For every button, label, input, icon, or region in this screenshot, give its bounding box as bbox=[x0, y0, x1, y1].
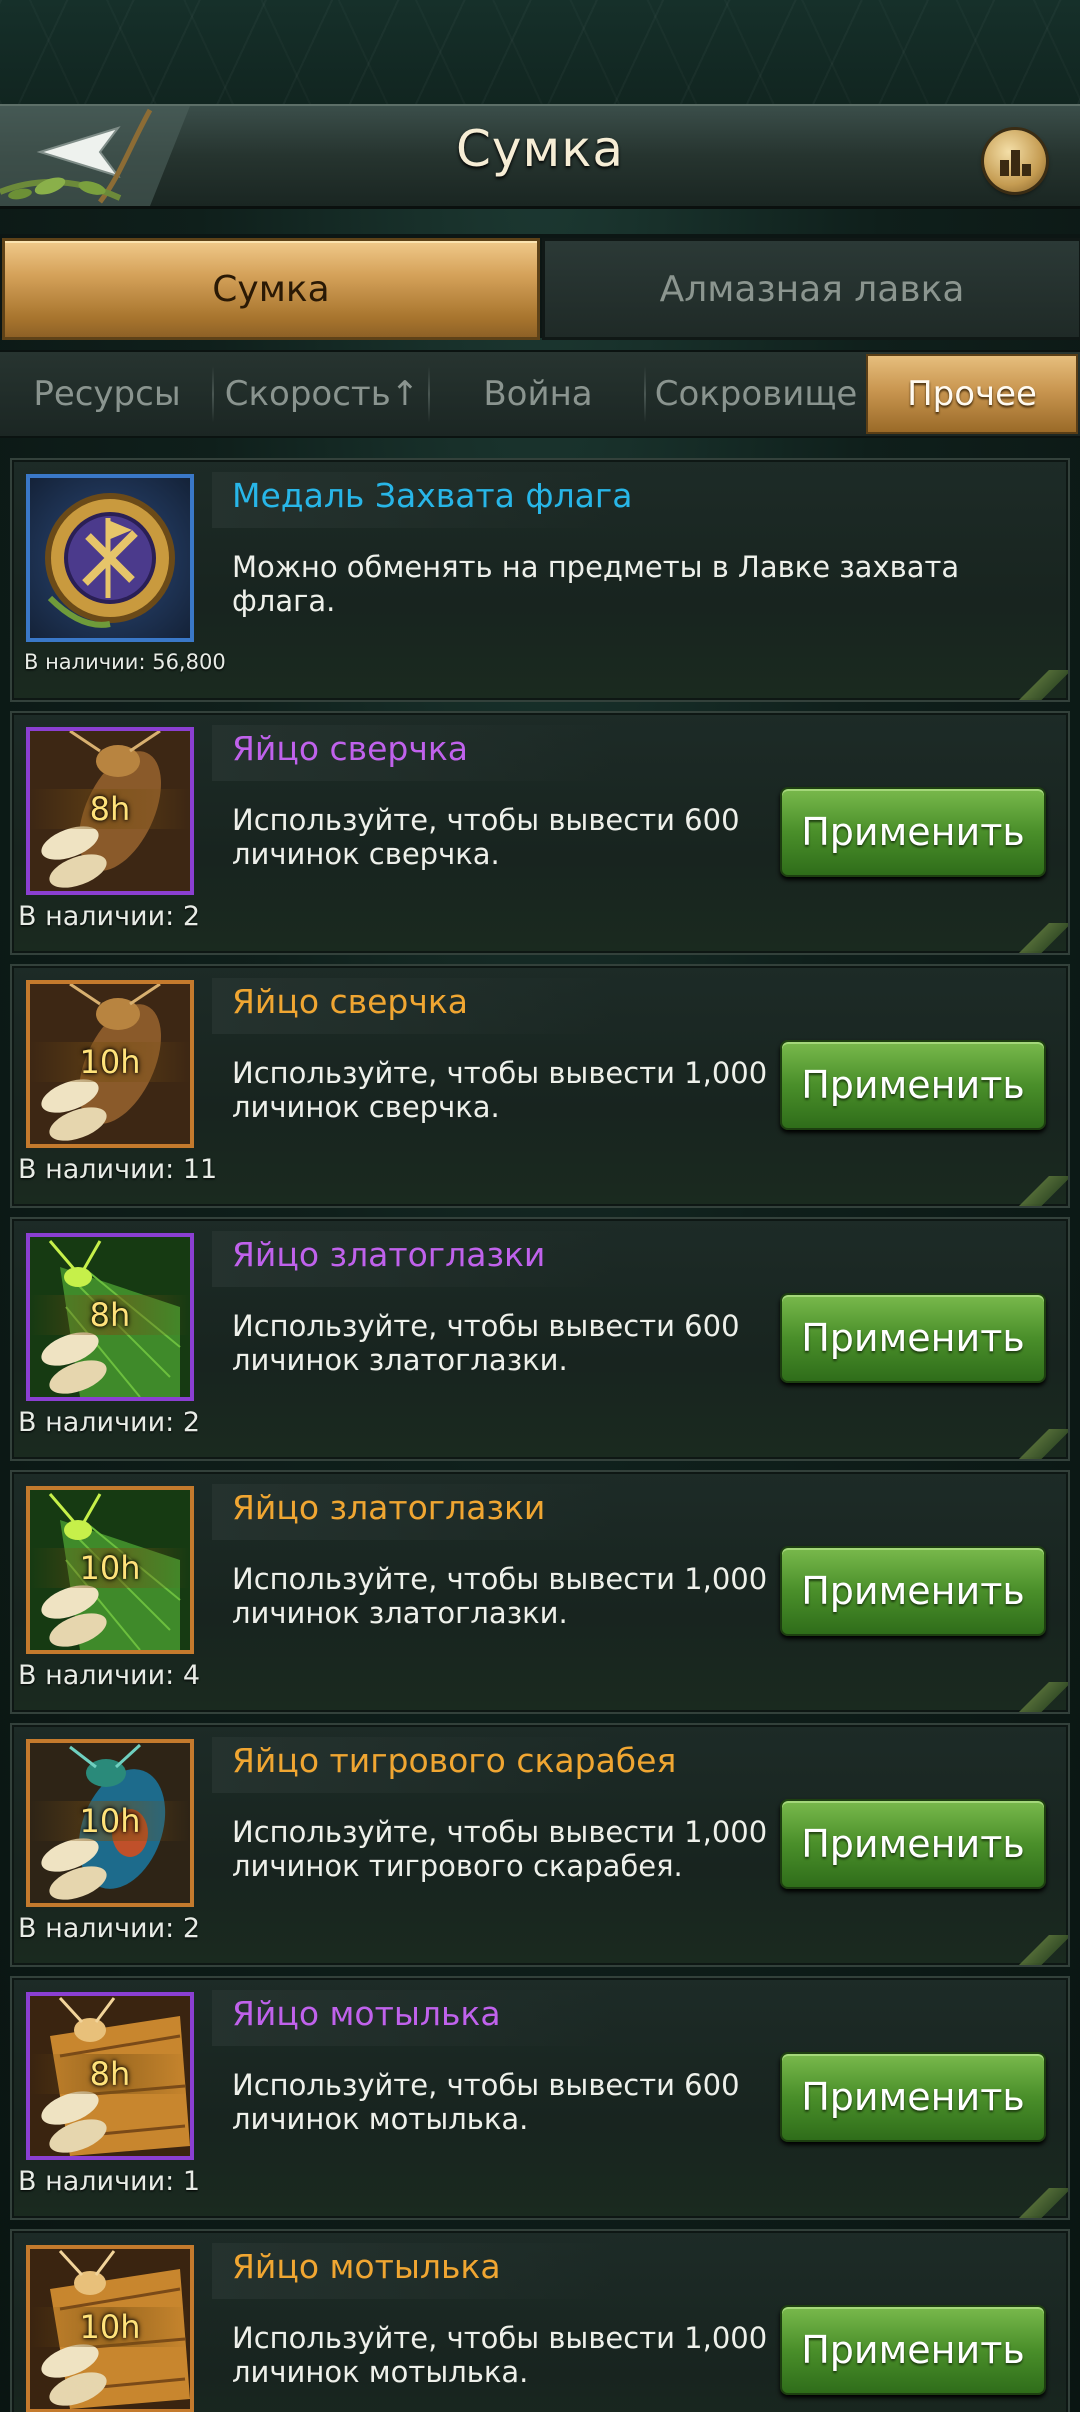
item-name: Яйцо мотылька bbox=[232, 1994, 501, 2033]
item-description: Можно обменять на предметы в Лавке захва… bbox=[232, 550, 960, 618]
item-card: 10h В наличии: 11 Яйцо сверчка Используй… bbox=[10, 964, 1070, 1208]
lacewing-egg-icon: 8h bbox=[26, 1233, 194, 1401]
quantity-label: В наличии: 2 bbox=[18, 1913, 201, 1944]
item-description: Используйте, чтобы вывести 1,000 личинок… bbox=[232, 1562, 768, 1630]
main-tabs: Сумка Алмазная лавка bbox=[0, 234, 1080, 340]
tab-diamond-shop[interactable]: Алмазная лавка bbox=[542, 238, 1080, 340]
ranking-button[interactable] bbox=[984, 130, 1046, 192]
tab-resources[interactable]: Ресурсы bbox=[0, 352, 214, 436]
tab-treasure[interactable]: Сокровище bbox=[646, 352, 866, 436]
apply-button[interactable]: Применить bbox=[780, 2052, 1046, 2142]
quantity-label: В наличии: 2 bbox=[18, 901, 201, 932]
item-description: Используйте, чтобы вывести 1,000 личинок… bbox=[232, 2321, 768, 2389]
timer-label: 10h bbox=[30, 1042, 190, 1082]
tab-speed-label: Скорость↑ bbox=[224, 374, 420, 414]
item-name: Яйцо златоглазки bbox=[232, 1235, 546, 1274]
item-card: 8h В наличии: 1 Яйцо мотылька Используйт… bbox=[10, 1976, 1070, 2220]
item-card: В наличии: 56,800 Медаль Захвата флага М… bbox=[10, 458, 1070, 702]
ranking-icon bbox=[1000, 150, 1031, 176]
item-description: Используйте, чтобы вывести 600 личинок с… bbox=[232, 803, 740, 871]
apply-button[interactable]: Применить bbox=[780, 2305, 1046, 2395]
header-bar: Сумка bbox=[0, 104, 1080, 209]
moth-egg-icon: 10h bbox=[26, 2245, 194, 2412]
timer-label: 10h bbox=[30, 1801, 190, 1841]
item-description: Используйте, чтобы вывести 1,000 личинок… bbox=[232, 1815, 768, 1883]
tab-war[interactable]: Война bbox=[430, 352, 646, 436]
tab-resources-label: Ресурсы bbox=[33, 374, 181, 414]
item-card: 8h В наличии: 2 Яйцо сверчка Используйте… bbox=[10, 711, 1070, 955]
quantity-label: В наличии: 11 bbox=[18, 1154, 218, 1185]
corner-leaf-decoration bbox=[1008, 1176, 1068, 1206]
apply-button[interactable]: Применить bbox=[780, 1293, 1046, 1383]
moth-egg-icon: 8h bbox=[26, 1992, 194, 2160]
quantity-label: В наличии: 1 bbox=[18, 2166, 201, 2197]
cricket-egg-icon: 10h bbox=[26, 980, 194, 1148]
item-card: 10h В наличии: 4 Яйцо златоглазки Исполь… bbox=[10, 1470, 1070, 1714]
item-name: Медаль Захвата флага bbox=[232, 476, 633, 515]
item-card: 8h В наличии: 2 Яйцо златоглазки Использ… bbox=[10, 1217, 1070, 1461]
page-title: Сумка bbox=[455, 120, 625, 178]
apply-button[interactable]: Применить bbox=[780, 1799, 1046, 1889]
tab-other[interactable]: Прочее bbox=[866, 354, 1078, 434]
item-name: Яйцо мотылька bbox=[232, 2247, 501, 2286]
corner-leaf-decoration bbox=[1008, 1429, 1068, 1459]
timer-label: 8h bbox=[30, 1295, 190, 1335]
item-name: Яйцо златоглазки bbox=[232, 1488, 546, 1527]
corner-leaf-decoration bbox=[1008, 1935, 1068, 1965]
item-card: 10h В наличии: 2 Яйцо тигрового скарабея… bbox=[10, 1723, 1070, 1967]
corner-leaf-decoration bbox=[1008, 923, 1068, 953]
item-description: Используйте, чтобы вывести 600 личинок м… bbox=[232, 2068, 740, 2136]
category-tabs: Ресурсы Скорость↑ Война Сокровище Прочее bbox=[0, 350, 1080, 438]
tab-other-label: Прочее bbox=[907, 374, 1037, 414]
cricket-egg-icon: 8h bbox=[26, 727, 194, 895]
apply-button[interactable]: Применить bbox=[780, 1546, 1046, 1636]
apply-button[interactable]: Применить bbox=[780, 1040, 1046, 1130]
tab-war-label: Война bbox=[483, 374, 593, 414]
timer-label: 10h bbox=[30, 1548, 190, 1588]
bag-screen: Сумка Сумка Алмазная лавка Ресурсы Скоро… bbox=[0, 0, 1080, 2412]
item-name: Яйцо сверчка bbox=[232, 729, 469, 768]
timer-label: 10h bbox=[30, 2307, 190, 2347]
lacewing-egg-icon: 10h bbox=[26, 1486, 194, 1654]
item-name: Яйцо сверчка bbox=[232, 982, 469, 1021]
corner-leaf-decoration bbox=[1008, 2188, 1068, 2218]
item-description: Используйте, чтобы вывести 1,000 личинок… bbox=[232, 1056, 768, 1124]
tiger-beetle-egg-icon: 10h bbox=[26, 1739, 194, 1907]
corner-leaf-decoration bbox=[1008, 670, 1068, 700]
quantity-label: В наличии: 2 bbox=[18, 1407, 201, 1438]
quantity-label: В наличии: 56,800 bbox=[24, 650, 226, 674]
top-decoration bbox=[0, 0, 1080, 104]
quantity-label: В наличии: 4 bbox=[18, 1660, 201, 1691]
tab-treasure-label: Сокровище bbox=[654, 374, 858, 414]
tab-bag[interactable]: Сумка bbox=[2, 238, 540, 340]
timer-label: 8h bbox=[30, 789, 190, 829]
item-name: Яйцо тигрового скарабея bbox=[232, 1741, 677, 1780]
tab-speed[interactable]: Скорость↑ bbox=[214, 352, 430, 436]
flag-medal-icon bbox=[26, 474, 194, 642]
timer-label: 8h bbox=[30, 2054, 190, 2094]
corner-leaf-decoration bbox=[1008, 1682, 1068, 1712]
item-card: 10h Яйцо мотылька Используйте, чтобы выв… bbox=[10, 2229, 1070, 2412]
item-description: Используйте, чтобы вывести 600 личинок з… bbox=[232, 1309, 740, 1377]
apply-button[interactable]: Применить bbox=[780, 787, 1046, 877]
